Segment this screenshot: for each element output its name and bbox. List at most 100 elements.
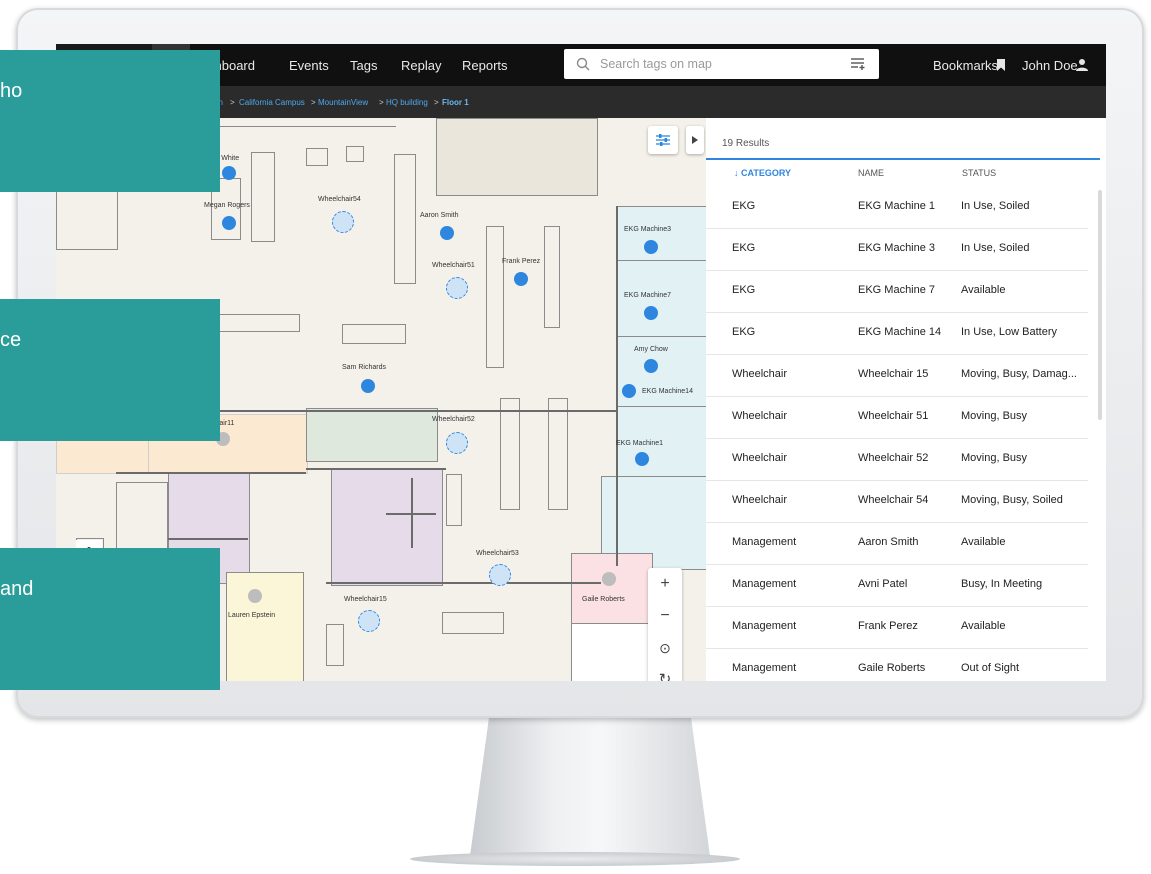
person-icon[interactable] xyxy=(644,359,658,373)
map-label: EKG Machine1 xyxy=(616,440,664,447)
user-icon[interactable] xyxy=(1076,58,1088,71)
cell-name: Gaile Roberts xyxy=(858,662,926,674)
nav-replay[interactable]: Replay xyxy=(401,58,441,73)
cell-name: Aaron Smith xyxy=(858,536,919,548)
zone-green xyxy=(306,408,438,462)
desk xyxy=(486,226,504,368)
wheelchair-icon[interactable] xyxy=(489,564,511,586)
desk xyxy=(544,226,560,328)
cell-status: Out of Sight xyxy=(961,662,1020,674)
cell-status: Available xyxy=(961,536,1006,548)
person-icon[interactable] xyxy=(602,572,616,586)
callout-box: ho xyxy=(0,50,220,192)
user-name[interactable]: John Doe xyxy=(1022,58,1078,73)
cell-status: Moving, Busy xyxy=(961,452,1028,464)
map-layers-button[interactable] xyxy=(648,126,678,154)
table-row[interactable]: EKG EKG Machine 14 In Use, Low Battery xyxy=(706,312,1088,355)
wall-segment xyxy=(306,468,446,470)
wall-segment xyxy=(116,472,306,474)
cell-status: In Use, Low Battery xyxy=(961,326,1057,338)
breadcrumb-item[interactable]: MountainView xyxy=(318,98,368,107)
desk xyxy=(442,612,504,634)
cell-status: In Use, Soiled xyxy=(961,242,1030,254)
table-row[interactable]: EKG EKG Machine 3 In Use, Soiled xyxy=(706,228,1088,271)
column-header-category[interactable]: ↓ CATEGORY xyxy=(734,168,791,178)
desk xyxy=(210,314,300,332)
cell-category: Management xyxy=(732,578,797,590)
cell-name: EKG Machine 1 xyxy=(858,200,936,212)
ekg-machine-icon[interactable] xyxy=(635,452,649,466)
table-row[interactable]: Wheelchair Wheelchair 51 Moving, Busy xyxy=(706,396,1088,439)
wall-segment xyxy=(326,582,601,584)
map-label: EKG Machine3 xyxy=(624,226,672,233)
desk xyxy=(500,398,520,510)
ekg-machine-icon[interactable] xyxy=(644,306,658,320)
nav-events[interactable]: Events xyxy=(289,58,329,73)
table-row[interactable]: Wheelchair Wheelchair 52 Moving, Busy xyxy=(706,438,1088,481)
results-panel: 19 Results ↓ CATEGORY NAME STATUS EKG EK… xyxy=(706,118,1106,681)
ekg-machine-icon[interactable] xyxy=(622,384,636,398)
callout-box: ce xyxy=(0,299,220,441)
cell-status: Busy, In Meeting xyxy=(961,578,1043,590)
cell-category: Wheelchair xyxy=(732,494,788,506)
breadcrumb-item[interactable]: California Campus xyxy=(239,98,305,107)
table-row[interactable]: EKG EKG Machine 1 In Use, Soiled xyxy=(706,186,1088,229)
map-controls: + − ⊙ ↻ ↺ xyxy=(648,568,682,681)
person-icon[interactable] xyxy=(222,216,236,230)
callout-text: ce xyxy=(0,329,22,351)
map-label: EKG Machine7 xyxy=(624,292,672,299)
bookmark-icon[interactable] xyxy=(996,59,1006,71)
person-icon[interactable] xyxy=(440,226,454,240)
cell-status: In Use, Soiled xyxy=(961,200,1030,212)
collapse-panel-button[interactable] xyxy=(686,126,704,154)
zoom-out-button[interactable]: − xyxy=(648,600,682,632)
column-header-name[interactable]: NAME xyxy=(858,168,884,178)
room xyxy=(436,118,598,196)
filter-list-icon[interactable] xyxy=(850,57,866,71)
table-row[interactable]: Management Avni Patel Busy, In Meeting xyxy=(706,564,1088,607)
person-icon[interactable] xyxy=(361,379,375,393)
cell-category: Wheelchair xyxy=(732,368,788,380)
callout-text: ho xyxy=(0,80,23,102)
search-placeholder: Search tags on map xyxy=(600,57,712,71)
results-count: 19 Results xyxy=(722,138,770,149)
nav-reports[interactable]: Reports xyxy=(462,58,508,73)
column-header-status[interactable]: STATUS xyxy=(962,168,996,178)
table-row[interactable]: Management Aaron Smith Available xyxy=(706,522,1088,565)
person-icon[interactable] xyxy=(248,589,262,603)
cell-category: EKG xyxy=(732,326,756,338)
wheelchair-icon[interactable] xyxy=(446,277,468,299)
table-row[interactable]: Management Frank Perez Available xyxy=(706,606,1088,649)
cell-category: EKG xyxy=(732,284,756,296)
desk xyxy=(342,324,406,344)
wall-segment xyxy=(176,410,616,412)
table-row[interactable]: Wheelchair Wheelchair 15 Moving, Busy, D… xyxy=(706,354,1088,397)
nav-tags[interactable]: Tags xyxy=(350,58,377,73)
rotate-clockwise-icon[interactable]: ↻ xyxy=(648,664,682,681)
zoom-in-button[interactable]: + xyxy=(648,568,682,600)
breadcrumb-item[interactable]: HQ building xyxy=(386,98,428,107)
ekg-machine-icon[interactable] xyxy=(644,240,658,254)
zone-blue xyxy=(616,206,706,262)
table-row[interactable]: EKG EKG Machine 7 Available xyxy=(706,270,1088,313)
map-label: Wheelchair15 xyxy=(344,596,387,603)
map-label: Gaile Roberts xyxy=(582,596,625,603)
table-row[interactable]: Wheelchair Wheelchair 54 Moving, Busy, S… xyxy=(706,480,1088,523)
map-label: Amy Chow xyxy=(634,346,668,353)
search-input[interactable]: Search tags on map xyxy=(564,49,879,79)
desk xyxy=(251,152,275,242)
person-icon[interactable] xyxy=(514,272,528,286)
wheelchair-icon[interactable] xyxy=(332,211,354,233)
cell-name: EKG Machine 7 xyxy=(858,284,936,296)
map-label: Lauren Epstein xyxy=(228,612,276,619)
wheelchair-icon[interactable] xyxy=(358,610,380,632)
bookmarks-link[interactable]: Bookmarks xyxy=(933,58,998,73)
recenter-icon[interactable]: ⊙ xyxy=(648,632,682,664)
desk xyxy=(346,146,364,162)
zone-white xyxy=(571,623,653,681)
table-row[interactable]: Management Gaile Roberts Out of Sight xyxy=(706,648,1088,681)
cell-status: Available xyxy=(961,284,1006,296)
person-icon[interactable] xyxy=(222,166,236,180)
wheelchair-icon[interactable] xyxy=(446,432,468,454)
results-scrollbar[interactable] xyxy=(1098,190,1102,420)
